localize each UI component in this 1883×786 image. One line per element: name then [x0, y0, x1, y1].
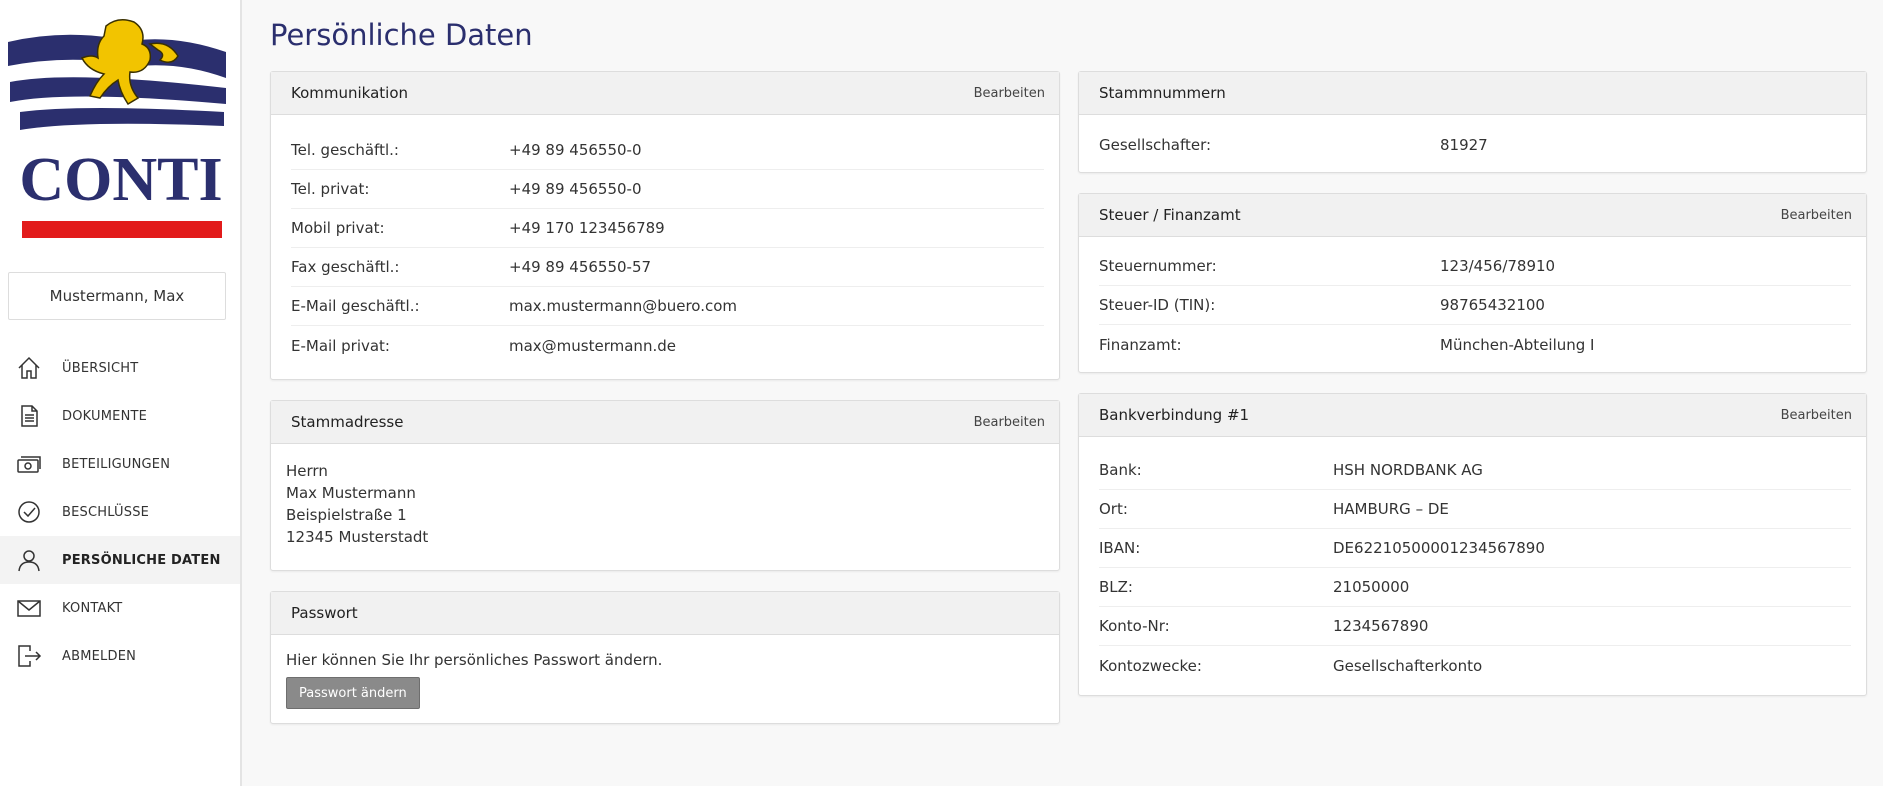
home-icon [14, 353, 44, 383]
nav-label: BETEILIGUNGEN [62, 456, 171, 472]
mail-icon [14, 593, 44, 623]
nav-item-beteiligungen[interactable]: BETEILIGUNGEN [0, 440, 240, 488]
nav-label: KONTAKT [62, 600, 123, 616]
panel-stammadresse: Stammadresse Bearbeiten Herrn Max Muster… [270, 400, 1060, 571]
row-value: 81927 [1440, 135, 1488, 154]
panel-title: Stammnummern [1099, 84, 1226, 102]
row-value: 1234567890 [1333, 617, 1429, 635]
row-label: Tel. geschäftl.: [291, 141, 399, 159]
nav-item-dokumente[interactable]: DOKUMENTE [0, 392, 240, 440]
row-label: Gesellschafter: [1099, 135, 1212, 154]
info-row: BLZ: 21050000 [1099, 568, 1851, 607]
row-value: +49 89 456550-57 [509, 258, 652, 276]
nav-item-kontakt[interactable]: KONTAKT [0, 584, 240, 632]
user-name: Mustermann, Max [49, 287, 185, 305]
row-value: München-Abteilung I [1440, 335, 1595, 354]
password-hint: Hier können Sie Ihr persönliches Passwor… [286, 651, 663, 669]
change-password-button[interactable]: Passwort ändern [286, 677, 420, 709]
info-row: Mobil privat: +49 170 123456789 [291, 209, 1044, 248]
panel-title: Bankverbindung #1 [1099, 406, 1250, 424]
page-title: Persönliche Daten [270, 18, 533, 52]
address-line: Max Mustermann [286, 484, 416, 502]
row-label: BLZ: [1099, 578, 1133, 596]
row-value: max.mustermann@buero.com [509, 297, 738, 315]
info-row: Konto-Nr: 1234567890 [1099, 607, 1851, 646]
panel-passwort: Passwort Hier können Sie Ihr persönliche… [270, 591, 1060, 724]
info-row: E-Mail geschäftl.: max.mustermann@buero.… [291, 287, 1044, 326]
info-row: E-Mail privat: max@mustermann.de [291, 326, 1044, 365]
info-row: Steuer-ID (TIN): 98765432100 [1099, 286, 1851, 325]
conti-logo[interactable]: CONTI [0, 0, 242, 250]
nav-label: BESCHLÜSSE [62, 504, 150, 520]
row-label: Kontozwecke: [1099, 656, 1202, 675]
info-row: Steuernummer: 123/456/78910 [1099, 247, 1851, 286]
row-label: Bank: [1099, 461, 1142, 479]
info-row: Gesellschafter: 81927 [1099, 125, 1851, 164]
row-label: Steuer-ID (TIN): [1099, 296, 1216, 314]
user-name-box: Mustermann, Max [8, 272, 226, 320]
info-row: Bank: HSH NORDBANK AG [1099, 451, 1851, 490]
panel-kommunikation: Kommunikation Bearbeiten Tel. geschäftl.… [270, 71, 1060, 380]
row-value: DE62210500001234567890 [1333, 539, 1545, 557]
row-value: HSH NORDBANK AG [1333, 461, 1483, 479]
edit-stammadresse-link[interactable]: Bearbeiten [974, 415, 1045, 430]
nav-item-beschluesse[interactable]: BESCHLÜSSE [0, 488, 240, 536]
logout-icon [14, 641, 44, 671]
panel-title: Steuer / Finanzamt [1099, 206, 1241, 224]
info-row: Fax geschäftl.: +49 89 456550-57 [291, 248, 1044, 287]
nav-label: ABMELDEN [62, 648, 137, 664]
row-label: Fax geschäftl.: [291, 258, 400, 276]
row-value: max@mustermann.de [509, 336, 676, 355]
info-row: Finanzamt: München-Abteilung I [1099, 325, 1851, 364]
address-line: Herrn [286, 462, 328, 480]
edit-steuer-link[interactable]: Bearbeiten [1781, 208, 1852, 223]
check-circle-icon [14, 497, 44, 527]
row-value: +49 170 123456789 [509, 219, 665, 237]
info-row: Tel. geschäftl.: +49 89 456550-0 [291, 131, 1044, 170]
row-label: IBAN: [1099, 539, 1141, 557]
money-icon [14, 449, 44, 479]
row-label: Ort: [1099, 500, 1128, 518]
nav-label: PERSÖNLICHE DATEN [62, 552, 221, 568]
nav-item-abmelden[interactable]: ABMELDEN [0, 632, 240, 680]
row-label: E-Mail geschäftl.: [291, 297, 420, 315]
row-label: Konto-Nr: [1099, 617, 1170, 635]
row-value: HAMBURG – DE [1333, 500, 1449, 518]
address-line: 12345 Musterstadt [286, 528, 429, 546]
nav-label: DOKUMENTE [62, 408, 148, 424]
document-icon [14, 401, 44, 431]
row-label: Finanzamt: [1099, 335, 1182, 354]
nav-item-persoenliche-daten[interactable]: PERSÖNLICHE DATEN [0, 536, 240, 584]
row-label: E-Mail privat: [291, 336, 390, 355]
row-label: Tel. privat: [291, 180, 370, 198]
edit-kommunikation-link[interactable]: Bearbeiten [974, 86, 1045, 101]
nav-item-uebersicht[interactable]: ÜBERSICHT [0, 344, 240, 392]
edit-bank-link[interactable]: Bearbeiten [1781, 408, 1852, 423]
row-value: Gesellschafterkonto [1333, 656, 1483, 675]
info-row: Kontozwecke: Gesellschafterkonto [1099, 646, 1851, 685]
panel-title: Kommunikation [291, 84, 409, 102]
panel-stammnummern: Stammnummern Gesellschafter: 81927 [1078, 71, 1867, 173]
main-content: Persönliche Daten Kommunikation Bearbeit… [242, 0, 1883, 786]
sidebar: CONTI Mustermann, Max ÜBERSICHT DOKUMENT… [0, 0, 242, 786]
panel-title: Stammadresse [291, 413, 404, 431]
panel-steuer: Steuer / Finanzamt Bearbeiten Steuernumm… [1078, 193, 1867, 373]
sidebar-nav: ÜBERSICHT DOKUMENTE BETEILIGUNGEN BESCHL… [0, 344, 240, 680]
row-value: +49 89 456550-0 [509, 141, 642, 159]
nav-label: ÜBERSICHT [62, 360, 139, 376]
panel-title: Passwort [291, 604, 358, 622]
info-row: Ort: HAMBURG – DE [1099, 490, 1851, 529]
address-line: Beispielstraße 1 [286, 506, 407, 524]
info-row: IBAN: DE62210500001234567890 [1099, 529, 1851, 568]
row-value: 123/456/78910 [1440, 257, 1556, 275]
row-label: Mobil privat: [291, 219, 385, 237]
row-value: 98765432100 [1440, 296, 1545, 314]
row-label: Steuernummer: [1099, 257, 1217, 275]
row-value: +49 89 456550-0 [509, 180, 642, 198]
row-value: 21050000 [1333, 578, 1410, 596]
logo-wordmark: CONTI [19, 146, 222, 214]
user-icon [14, 545, 44, 575]
panel-bankverbindung: Bankverbindung #1 Bearbeiten Bank: HSH N… [1078, 393, 1867, 696]
info-row: Tel. privat: +49 89 456550-0 [291, 170, 1044, 209]
